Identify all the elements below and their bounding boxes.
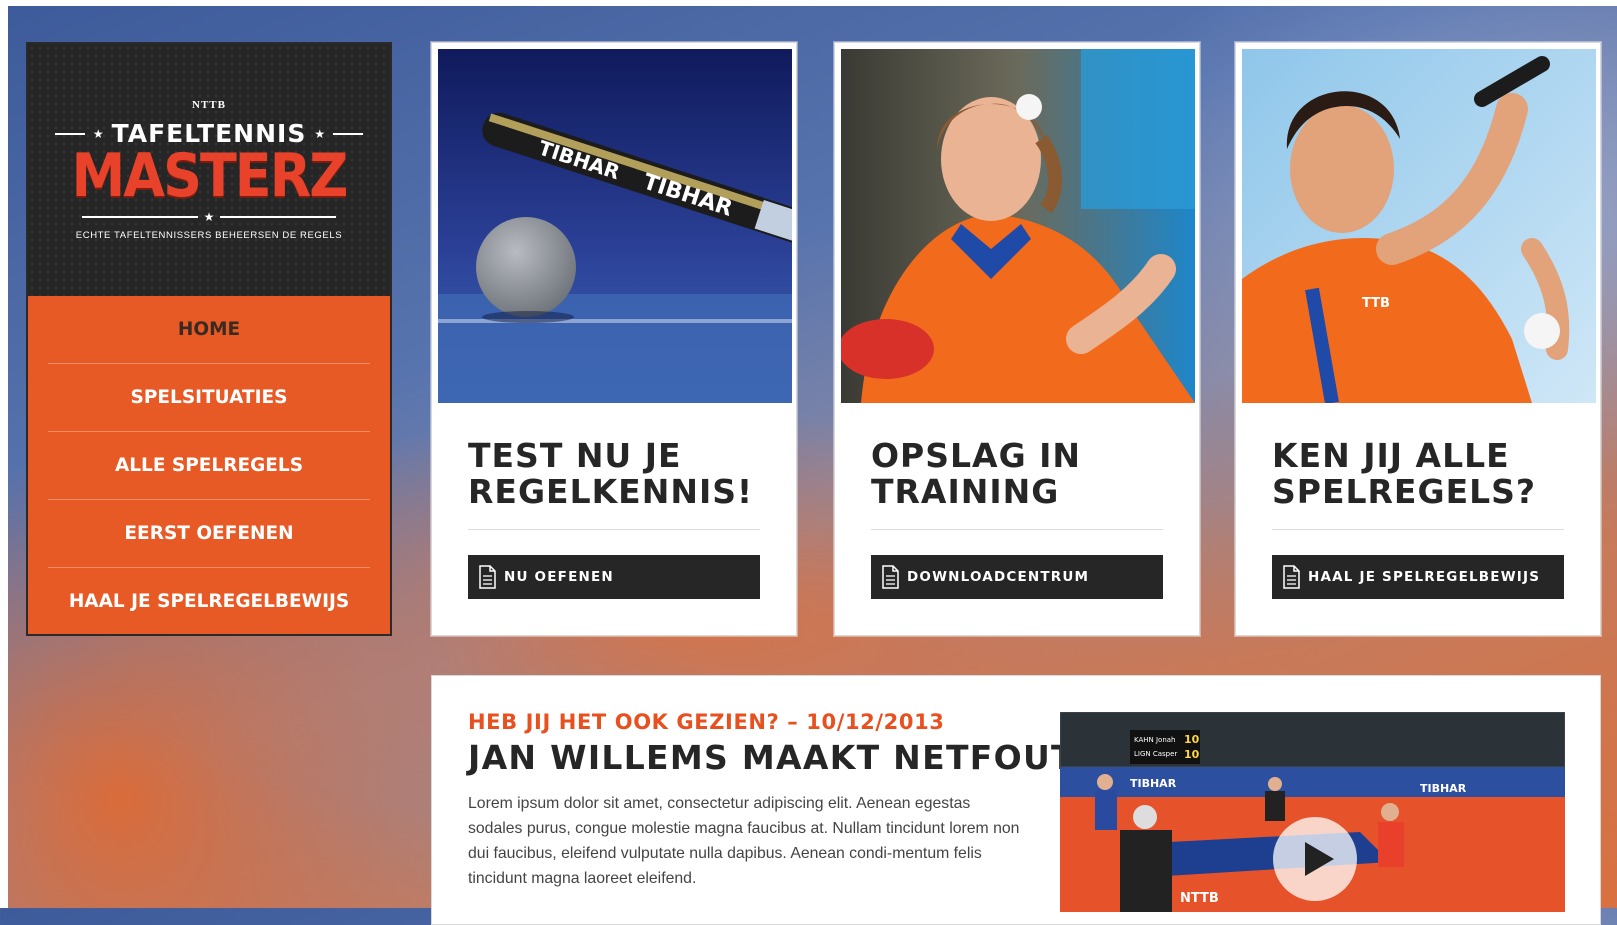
button-label: NU OEFENEN (504, 569, 614, 585)
logo-nttb: NTTB (192, 99, 226, 111)
left-frame (0, 0, 8, 908)
paddle-icon (841, 319, 934, 379)
logo-divider-line (220, 216, 337, 218)
serving-player-photo (841, 49, 1195, 403)
news-kicker: HEB JIJ HET OOK GEZIEN? – 10/12/2013 (468, 710, 945, 734)
button-label: HAAL JE SPELREGELBEWIJS (1308, 569, 1541, 585)
star-icon: ★ (92, 126, 104, 141)
site-logo[interactable]: NTTB ★ TAFELTENNIS ★ MASTERZ ★ ECHTE TAF… (28, 44, 390, 296)
document-icon (479, 565, 496, 589)
card-title-line1: OPSLAG IN (871, 436, 1082, 475)
match-video-thumbnail: TIBHAR TIBHAR KAHN Jonah LIGN Casper 10 … (1060, 712, 1565, 912)
logo-tagline: ECHTE TAFELTENNISSERS BEHEERSEN DE REGEL… (75, 230, 343, 241)
logo-masterz: MASTERZ (71, 140, 349, 211)
nu-oefenen-button[interactable]: NU OEFENEN (468, 555, 760, 599)
shirt-logo: TTB (1362, 296, 1390, 311)
card-divider (468, 529, 760, 530)
scoreboard-name2: LIGN Casper (1134, 750, 1177, 758)
news-body: Lorem ipsum dolor sit amet, consectetur … (468, 795, 1020, 887)
banner-text-2: TIBHAR (1420, 782, 1467, 795)
young-player-photo: TTB (1242, 49, 1596, 403)
news-panel: HEB JIJ HET OOK GEZIEN? – 10/12/2013 JAN… (431, 675, 1601, 925)
sidebar: NTTB ★ TAFELTENNIS ★ MASTERZ ★ ECHTE TAF… (26, 42, 392, 636)
card-divider (871, 529, 1163, 530)
card-image-young-player[interactable]: TTB (1242, 49, 1596, 403)
card-image-racket[interactable]: TIBHAR TIBHAR (438, 49, 792, 403)
nav-item-haal-je-spelregelbewijs[interactable]: HAAL JE SPELREGELBEWIJS (48, 568, 370, 635)
scoreboard-name1: KAHN Jonah (1134, 736, 1176, 744)
card-image-serving-player[interactable] (841, 49, 1195, 403)
score2: 10 (1184, 748, 1200, 761)
card-title: KEN JIJ ALLE SPELREGELS? (1272, 438, 1572, 510)
card-title: TEST NU JE REGELKENNIS! (468, 438, 768, 510)
nav-item-home[interactable]: HOME (48, 296, 370, 364)
news-video[interactable]: TIBHAR TIBHAR KAHN Jonah LIGN Casper 10 … (1060, 712, 1565, 912)
document-icon (1283, 565, 1300, 589)
logo-line-left (54, 132, 85, 135)
banner-text: TIBHAR (1130, 777, 1177, 790)
logo-divider-line (81, 216, 198, 218)
news-title[interactable]: JAN WILLEMS MAAKT NETFOUT (468, 738, 1075, 777)
card-title: OPSLAG IN TRAINING (871, 438, 1171, 510)
card-title-line1: KEN JIJ ALLE (1272, 436, 1510, 475)
star-icon: ★ (203, 210, 215, 224)
card-title-line2: SPELREGELS? (1272, 472, 1537, 511)
logo-divider: ★ (81, 210, 337, 224)
main-nav: HOME SPELSITUATIES ALLE SPELREGELS EERST… (28, 296, 390, 635)
table-text: NTTB (1180, 891, 1219, 906)
nav-item-spelsituaties[interactable]: SPELSITUATIES (48, 364, 370, 432)
ball-icon (1016, 94, 1042, 120)
card-ken-jij-alle-spelregels: TTB KEN JIJ ALLE SPELREGELS? HAAL JE SPE… (1235, 42, 1601, 636)
nav-item-eerst-oefenen[interactable]: EERST OEFENEN (48, 500, 370, 568)
haal-je-spelregelbewijs-button[interactable]: HAAL JE SPELREGELBEWIJS (1272, 555, 1564, 599)
logo-line-right (333, 132, 364, 135)
star-icon: ★ (314, 126, 326, 141)
card-test-regelkennis: TIBHAR TIBHAR TEST NU JE REGELKENNIS! NU… (431, 42, 797, 636)
top-frame (0, 0, 1617, 6)
score1: 10 (1184, 733, 1200, 746)
ball-icon (1524, 313, 1560, 349)
racket-photo: TIBHAR TIBHAR (438, 49, 792, 403)
downloadcentrum-button[interactable]: DOWNLOADCENTRUM (871, 555, 1163, 599)
card-title-line2: REGELKENNIS! (468, 472, 754, 511)
nav-item-alle-spelregels[interactable]: ALLE SPELREGELS (48, 432, 370, 500)
card-title-line1: TEST NU JE (468, 436, 682, 475)
card-title-line2: TRAINING (871, 472, 1060, 511)
button-label: DOWNLOADCENTRUM (907, 569, 1090, 585)
card-opslag-training: OPSLAG IN TRAINING DOWNLOADCENTRUM (834, 42, 1200, 636)
document-icon (882, 565, 899, 589)
card-divider (1272, 529, 1564, 530)
ball-icon (476, 217, 576, 317)
